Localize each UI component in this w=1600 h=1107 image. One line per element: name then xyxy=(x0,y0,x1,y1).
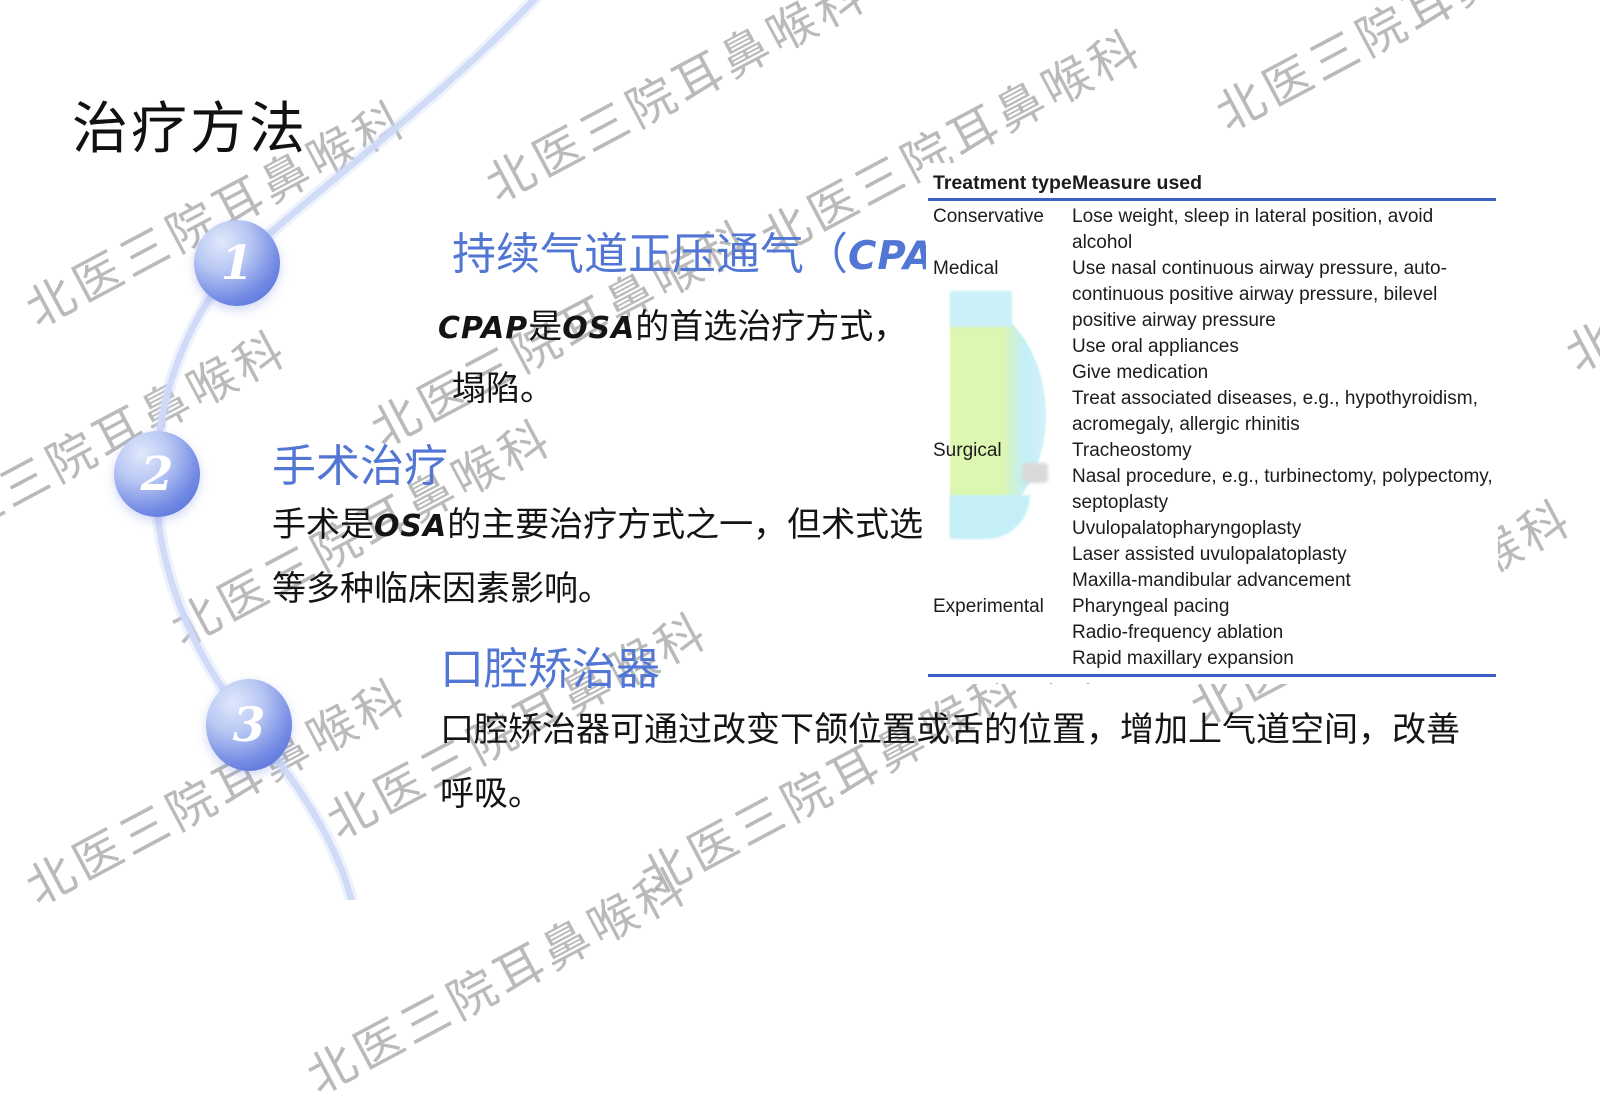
table-row: Treat associated diseases, e.g., hypothy… xyxy=(926,386,1498,438)
cell-treatment-type xyxy=(926,464,1072,516)
table-row: Give medication xyxy=(926,360,1498,386)
cell-treatment-type: Medical xyxy=(926,256,1072,334)
table-row: Use oral appliances xyxy=(926,334,1498,360)
chinese-text-part: 呼吸。 xyxy=(440,776,542,813)
cell-measure-used: Tracheostomy xyxy=(1072,438,1498,464)
chinese-text-part: 口腔矫治器可通过改变下颌位置或舌的位置，增加上气道空间，改善 xyxy=(440,712,1460,749)
section3-body-line1: 口腔矫治器可通过改变下颌位置或舌的位置，增加上气道空间，改善 xyxy=(440,702,1460,751)
cell-measure-used: Pharyngeal pacing xyxy=(1072,594,1498,620)
table-row: SurgicalTracheostomy xyxy=(926,438,1498,464)
cell-treatment-type xyxy=(926,516,1072,542)
watermark-text: 北医三院耳鼻喉科 xyxy=(626,649,1033,910)
table-row: Maxilla-mandibular advancement xyxy=(926,568,1498,594)
cell-treatment-type xyxy=(926,360,1072,386)
cell-measure-used: Use nasal continuous airway pressure, au… xyxy=(1072,256,1498,334)
cell-treatment-type xyxy=(926,568,1072,594)
step-badge-2: 2 xyxy=(114,431,200,517)
chinese-text-part: 等多种临床因素影响。 xyxy=(272,571,612,608)
cell-measure-used: Radio-frequency ablation xyxy=(1072,620,1498,646)
cell-treatment-type xyxy=(926,386,1072,438)
table-row: Uvulopalatopharyngoplasty xyxy=(926,516,1498,542)
step-number: 2 xyxy=(141,447,174,502)
table-header-row: Treatment type Measure used xyxy=(926,163,1498,196)
cell-treatment-type: Surgical xyxy=(926,438,1072,464)
cell-measure-used: Maxilla-mandibular advancement xyxy=(1072,568,1498,594)
cell-treatment-type: Conservative xyxy=(926,204,1072,256)
cell-treatment-type xyxy=(926,542,1072,568)
table-row: Laser assisted uvulopalatoplasty xyxy=(926,542,1498,568)
table-row: Radio-frequency ablation xyxy=(926,620,1498,646)
cell-measure-used: Laser assisted uvulopalatoplasty xyxy=(1072,542,1498,568)
chinese-text-part: 的首选治疗方式， xyxy=(635,309,907,346)
section1-body-line2: 塌陷。 xyxy=(452,361,554,410)
cell-treatment-type xyxy=(926,646,1072,672)
step-number: 3 xyxy=(233,698,266,753)
chinese-text-part: 是 xyxy=(528,309,562,346)
chinese-text-part: 塌陷。 xyxy=(452,371,554,408)
cell-measure-used: Uvulopalatopharyngoplasty xyxy=(1072,516,1498,542)
cell-measure-used: Give medication xyxy=(1072,360,1498,386)
table-row: Nasal procedure, e.g., turbinectomy, pol… xyxy=(926,464,1498,516)
section2-body-line1: 手术是OSA的主要治疗方式之一，但术式选 xyxy=(272,497,923,546)
watermark-text: 北医三院耳鼻喉科 xyxy=(1551,125,1600,386)
cell-treatment-type xyxy=(926,620,1072,646)
cell-measure-used: Rapid maxillary expansion xyxy=(1072,646,1498,672)
table-body: ConservativeLose weight, sleep in latera… xyxy=(926,201,1498,672)
cell-measure-used: Lose weight, sleep in lateral position, … xyxy=(1072,204,1498,256)
cell-measure-used: Nasal procedure, e.g., turbinectomy, pol… xyxy=(1072,464,1498,516)
watermark-text: 北医三院耳鼻喉科 xyxy=(1201,0,1600,144)
section3-body-line2: 呼吸。 xyxy=(440,766,542,815)
latin-text-part: OSA xyxy=(374,509,447,544)
table-header-treatment-type: Treatment type xyxy=(926,171,1072,196)
section2-body-line2: 等多种临床因素影响。 xyxy=(272,561,612,610)
section1-heading-cpap: 持续气道正压通气（CPAP xyxy=(452,218,964,282)
latin-text-part: OSA xyxy=(562,311,635,346)
table-header-measure-used: Measure used xyxy=(1072,171,1498,196)
section1-body-line1: CPAP是OSA的首选治疗方式， xyxy=(438,299,907,348)
chinese-text-part: 手术治疗 xyxy=(272,442,448,491)
table-footnote: OSA: Obstructive sleep apnea xyxy=(926,677,1498,684)
chinese-text-part: 的主要治疗方式之一，但术式选 xyxy=(447,507,923,544)
step-badge-3: 3 xyxy=(206,679,292,771)
latin-text-part: CPAP xyxy=(438,311,528,346)
step-badge-1: 1 xyxy=(194,220,280,306)
step-number: 1 xyxy=(221,236,254,291)
table-row: Rapid maxillary expansion xyxy=(926,646,1498,672)
chinese-text-part: 口腔矫治器 xyxy=(440,645,660,694)
watermark-text: 北医三院耳鼻喉科 xyxy=(292,847,699,1107)
cell-treatment-type xyxy=(926,334,1072,360)
slide-title: 治疗方法 xyxy=(72,84,308,165)
section3-heading-oral-appliance: 口腔矫治器 xyxy=(440,633,660,697)
section2-heading-surgery: 手术治疗 xyxy=(272,430,448,494)
table-row: ConservativeLose weight, sleep in latera… xyxy=(926,204,1498,256)
cell-measure-used: Use oral appliances xyxy=(1072,334,1498,360)
table-row: MedicalUse nasal continuous airway press… xyxy=(926,256,1498,334)
cell-measure-used: Treat associated diseases, e.g., hypothy… xyxy=(1072,386,1498,438)
treatment-table-image: Treatment type Measure used Conservative… xyxy=(926,163,1498,684)
chinese-text-part: 持续气道正压通气（ xyxy=(452,230,848,279)
chinese-text-part: 手术是 xyxy=(272,507,374,544)
cell-treatment-type: Experimental xyxy=(926,594,1072,620)
table-row: ExperimentalPharyngeal pacing xyxy=(926,594,1498,620)
